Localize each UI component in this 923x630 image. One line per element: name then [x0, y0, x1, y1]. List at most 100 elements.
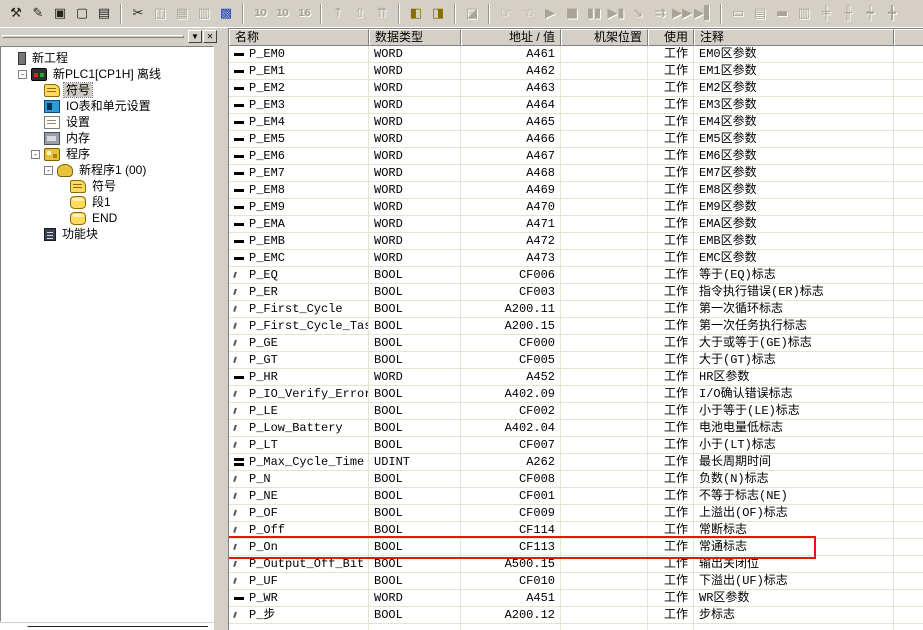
dropdown-icon[interactable]: ▼ [188, 30, 202, 43]
table-row[interactable]: P_EM0WORDA461工作EM0区参数 [229, 46, 923, 63]
column-header-注释[interactable]: 注释 [694, 29, 894, 46]
address-cell: A473 [461, 250, 561, 267]
tree-item--[interactable]: -程序 [1, 146, 213, 162]
table-row[interactable]: P_EM7WORDA468工作EM7区参数 [229, 165, 923, 182]
project-tab[interactable] [40, 626, 208, 627]
table-row[interactable]: P_Max_Cycle_TimeUDINTA262工作最长周期时间 [229, 454, 923, 471]
online-work-icon[interactable]: ◧ [405, 3, 427, 25]
tree-item--[interactable]: 设置 [1, 114, 213, 130]
table-row[interactable]: P_OnBOOLCF113工作常通标志 [229, 539, 923, 556]
table-row[interactable]: P_步BOOLA200.12工作步标志 [229, 607, 923, 624]
column-header-spare[interactable] [894, 29, 923, 46]
table-row[interactable]: P_EM6WORDA467工作EM6区参数 [229, 148, 923, 165]
table-row[interactable]: P_UFBOOLCF010工作下溢出(UF)标志 [229, 573, 923, 590]
address-cell: A452 [461, 369, 561, 386]
table-row[interactable]: P_GEBOOLCF000工作大于或等于(GE)标志 [229, 335, 923, 352]
table-row[interactable]: P_NBOOLCF008工作负数(N)标志 [229, 471, 923, 488]
symbol-type-icon [234, 53, 244, 56]
table-row[interactable]: P_EMCWORDA473工作EMC区参数 [229, 250, 923, 267]
project-tree: 新工程-新PLC1[CP1H] 离线符号IO表和单元设置设置内存-程序-新程序1… [0, 46, 214, 622]
table-row[interactable]: P_EM8WORDA469工作EM8区参数 [229, 182, 923, 199]
table-row[interactable]: P_EM1WORDA462工作EM1区参数 [229, 63, 923, 80]
symbol-name-cell: P_First_Cycle_Task [229, 318, 369, 335]
spare-cell [894, 437, 923, 454]
table-row[interactable]: P_IO_Verify_ErrorBOOLA402.09工作I/O确认错误标志 [229, 386, 923, 403]
workspace-titlebar[interactable]: ▼ ✕ [0, 28, 218, 45]
symbol-type-icon [233, 289, 238, 296]
expander-icon[interactable]: - [31, 150, 40, 159]
tree-item-end[interactable]: END [1, 210, 213, 226]
symbol-type-icon [234, 189, 244, 192]
tree-item--1-00-[interactable]: -新程序1 (00) [1, 162, 213, 178]
cascade-windows-icon: ▦ [171, 3, 193, 25]
tree-item--plc1-cp1h-[interactable]: -新PLC1[CP1H] 离线 [1, 66, 213, 82]
table-row[interactable]: P_OffBOOLCF114工作常断标志 [229, 522, 923, 539]
expander-icon[interactable]: - [44, 166, 53, 175]
table-row[interactable]: P_EM4WORDA465工作EM4区参数 [229, 114, 923, 131]
symbol-name-cell: P_First_Cycle [229, 301, 369, 318]
column-header-数据类型[interactable]: 数据类型 [369, 29, 461, 46]
tree-item--[interactable]: 内存 [1, 130, 213, 146]
address-cell: CF010 [461, 573, 561, 590]
expander-icon[interactable]: - [18, 70, 27, 79]
table-row[interactable]: P_First_CycleBOOLA200.11工作第一次循环标志 [229, 301, 923, 318]
table-row[interactable]: P_EMAWORDA471工作EMA区参数 [229, 216, 923, 233]
edit-symbol-icon[interactable]: ✎ [27, 3, 49, 25]
table-row[interactable]: P_EQBOOLCF006工作等于(EQ)标志 [229, 267, 923, 284]
spare-cell [894, 488, 923, 505]
column-header-名称[interactable]: 名称 [229, 29, 369, 46]
tree-item--[interactable]: 符号 [1, 82, 213, 98]
table-row[interactable]: P_WRWORDA451工作WR区参数 [229, 590, 923, 607]
table-row[interactable]: P_LTBOOLCF007工作小于(LT)标志 [229, 437, 923, 454]
spare-cell [894, 114, 923, 131]
tree-item--[interactable]: 符号 [1, 178, 213, 194]
column-header-地址 / 值[interactable]: 地址 / 值 [461, 29, 561, 46]
toolbar-group: ⚒✎▣▢▤ [2, 1, 118, 27]
drag-grip[interactable] [2, 35, 184, 38]
usage-cell: 工作 [648, 454, 694, 471]
column-header-使用[interactable]: 使用 [648, 29, 694, 46]
tree-item-io-[interactable]: IO表和单元设置 [1, 98, 213, 114]
symbol-type-icon [234, 87, 244, 90]
table-row[interactable]: P_EM3WORDA464工作EM3区参数 [229, 97, 923, 114]
data-type-cell: BOOL [369, 420, 461, 437]
cut-icon[interactable]: ✂ [127, 3, 149, 25]
table-row[interactable]: P_GTBOOLCF005工作大于(GT)标志 [229, 352, 923, 369]
rack-cell [561, 80, 648, 97]
usage-cell: 工作 [648, 403, 694, 420]
symbol-name-cell: P_IO_Verify_Error [229, 386, 369, 403]
symbol-type-icon [233, 493, 238, 500]
usage-cell: 工作 [648, 148, 694, 165]
spare-cell [894, 250, 923, 267]
usage-cell: 工作 [648, 216, 694, 233]
table-row[interactable]: P_EMBWORDA472工作EMB区参数 [229, 233, 923, 250]
comment-cell: WR区参数 [694, 590, 894, 607]
copy-window-icon[interactable]: ▣ [49, 3, 71, 25]
table-row[interactable]: P_Low_BatteryBOOLA402.04工作电池电量低标志 [229, 420, 923, 437]
symbol-table-header: 名称数据类型地址 / 值机架位置使用注释 [229, 29, 923, 46]
table-row[interactable]: P_NEBOOLCF001工作不等于标志(NE) [229, 488, 923, 505]
table-row[interactable]: P_ERBOOLCF003工作指令执行错误(ER)标志 [229, 284, 923, 301]
tree-item--[interactable]: 功能块 [1, 226, 213, 242]
symbol-name: P_EMA [249, 216, 285, 232]
table-row[interactable]: P_Output_Off_BitBOOLA500.15工作输出关闭位 [229, 556, 923, 573]
insert-symbol-icon[interactable]: ⚒ [5, 3, 27, 25]
symbol-name: P_步 [249, 607, 275, 623]
toolbar-separator [242, 4, 244, 24]
table-row[interactable]: P_OFBOOLCF009工作上溢出(OF)标志 [229, 505, 923, 522]
tree-item--[interactable]: 新工程 [1, 50, 213, 66]
tree-item--1[interactable]: 段1 [1, 194, 213, 210]
symbol-type-icon [234, 240, 244, 243]
column-header-机架位置[interactable]: 机架位置 [561, 29, 648, 46]
table-row[interactable]: P_LEBOOLCF002工作小于等于(LE)标志 [229, 403, 923, 420]
close-icon[interactable]: ✕ [203, 30, 217, 43]
properties-icon[interactable]: ▤ [93, 3, 115, 25]
table-row[interactable]: P_EM2WORDA463工作EM2区参数 [229, 80, 923, 97]
table-row[interactable]: P_EM9WORDA470工作EM9区参数 [229, 199, 923, 216]
table-row[interactable]: P_First_Cycle_TaskBOOLA200.15工作第一次任务执行标志 [229, 318, 923, 335]
table-row[interactable]: P_HRWORDA452工作HR区参数 [229, 369, 923, 386]
online-monitor-icon[interactable]: ◨ [427, 3, 449, 25]
binary-monitor-icon[interactable]: ▩ [215, 3, 237, 25]
window-icon[interactable]: ▢ [71, 3, 93, 25]
table-row[interactable]: P_EM5WORDA466工作EM5区参数 [229, 131, 923, 148]
